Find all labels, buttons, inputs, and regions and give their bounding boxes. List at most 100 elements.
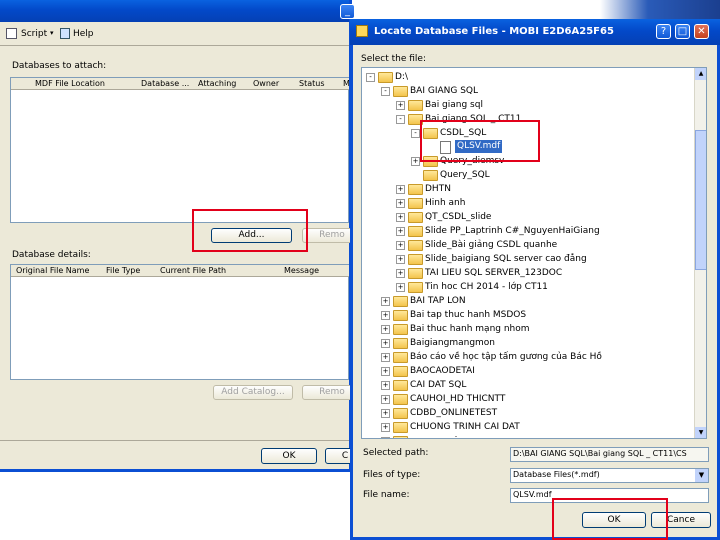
minimize-button[interactable]: _ <box>340 4 355 19</box>
files-of-type-label: Files of type: <box>363 470 421 480</box>
col-database-name[interactable]: Database ... <box>141 79 189 88</box>
expand-icon[interactable]: + <box>396 241 405 250</box>
col-owner[interactable]: Owner <box>253 79 279 88</box>
file-name-label: File name: <box>363 490 410 500</box>
highlight-add-button <box>192 209 308 252</box>
attach-separator <box>0 440 349 441</box>
tree-item-label: Tin hoc CH 2014 - lớp CT11 <box>425 282 548 292</box>
tree-folder-item[interactable]: + QT_CSDL_slide <box>396 210 682 224</box>
tree-item-label: Bai tap thuc hanh MSDOS <box>410 310 527 320</box>
expand-icon[interactable]: + <box>381 353 390 362</box>
expand-icon[interactable]: + <box>396 227 405 236</box>
tree-item-label: Slide PP_Laptrinh C#_NguyenHaiGiang <box>425 226 600 236</box>
toolbar-script-button[interactable]: Script <box>21 29 47 39</box>
tree-folder-item[interactable]: + Baigiangmangmon <box>381 336 682 350</box>
tree-folder-item[interactable]: + CAUHOI_HD THICNTT <box>381 392 682 406</box>
tree-folder-item[interactable]: + CAI DAT SQL <box>381 378 682 392</box>
col-current-file-path[interactable]: Current File Path <box>160 266 226 275</box>
toolbar-help-button[interactable]: Help <box>73 29 94 39</box>
selected-path-field[interactable]: D:\BAI GIANG SQL\Bai giang SQL _ CT11\CS <box>510 447 709 462</box>
scroll-thumb[interactable] <box>695 130 706 270</box>
collapse-icon[interactable]: - <box>411 129 420 138</box>
tree-item-label: Slide_Bài giảng CSDL quanhe <box>425 240 558 250</box>
tree-folder-item[interactable]: + CHUONG TRINH CAI DAT <box>381 420 682 434</box>
tree-folder-item[interactable]: + Bai giang sql <box>396 98 682 112</box>
expand-icon[interactable]: + <box>396 269 405 278</box>
add-catalog-button[interactable]: Add Catalog... <box>213 385 293 400</box>
folder-icon <box>393 366 408 377</box>
folder-icon <box>408 100 423 111</box>
tree-item-label: BAI GIANG SQL <box>410 86 479 96</box>
scroll-up-arrow-icon[interactable]: ▲ <box>695 68 706 80</box>
folder-icon <box>408 226 423 237</box>
folder-icon <box>393 324 408 335</box>
tree-scrollbar[interactable]: ▲ ▼ <box>694 68 706 438</box>
tree-folder-item[interactable]: + BAOCAODETAI <box>381 364 682 378</box>
expand-icon[interactable]: + <box>396 283 405 292</box>
tree-folder-item[interactable]: + DHTN <box>396 182 682 196</box>
col-message[interactable]: Message <box>284 266 319 275</box>
expand-icon[interactable]: + <box>381 325 390 334</box>
expand-icon[interactable]: + <box>381 311 390 320</box>
expand-icon[interactable]: + <box>396 213 405 222</box>
expand-icon[interactable]: + <box>396 185 405 194</box>
tree-folder-item[interactable]: + Báo cáo về học tập tấm gương của Bác Hồ <box>381 350 682 364</box>
expand-icon[interactable]: + <box>381 297 390 306</box>
tree-folder-item[interactable]: Query_SQL <box>411 168 682 182</box>
dropdown-arrow-icon[interactable]: ▾ <box>50 29 54 37</box>
tree-folder-item[interactable]: + BAI TAP LON <box>381 294 682 308</box>
expand-icon[interactable]: + <box>396 101 405 110</box>
tree-item-label: Slide_baigiang SQL server cao đẳng <box>425 254 587 264</box>
folder-icon <box>408 254 423 265</box>
attach-window-titlebar[interactable] <box>0 0 349 22</box>
databases-to-attach-label: Databases to attach: <box>12 61 107 71</box>
folder-icon <box>393 394 408 405</box>
expand-icon[interactable]: + <box>381 395 390 404</box>
col-status[interactable]: Status <box>299 79 325 88</box>
collapse-icon[interactable]: - <box>381 87 390 96</box>
scroll-down-arrow-icon[interactable]: ▼ <box>695 427 706 438</box>
files-of-type-select[interactable]: Database Files(*.mdf) ▼ <box>510 468 709 483</box>
expand-icon[interactable]: + <box>381 381 390 390</box>
col-attaching[interactable]: Attaching <box>198 79 236 88</box>
expand-icon[interactable]: + <box>381 367 390 376</box>
collapse-icon[interactable]: - <box>396 115 405 124</box>
collapse-icon[interactable]: - <box>366 73 375 82</box>
expand-icon[interactable]: + <box>381 437 390 438</box>
chevron-down-icon[interactable]: ▼ <box>695 469 708 482</box>
tree-folder-item[interactable]: + cuong mai <box>381 434 682 438</box>
dialog-titlebar[interactable]: Locate Database Files - MOBI E2D6A25F65 … <box>350 19 720 45</box>
tree-folder-item[interactable]: + CDBD_ONLINETEST <box>381 406 682 420</box>
expand-icon[interactable]: + <box>396 255 405 264</box>
dialog-help-button[interactable]: ? <box>656 24 671 39</box>
tree-folder-item[interactable]: + Slide PP_Laptrinh C#_NguyenHaiGiang <box>396 224 682 238</box>
tree-folder-item[interactable]: + Bai tap thuc hanh MSDOS <box>381 308 682 322</box>
tree-folder-item[interactable]: + Slide_Bài giảng CSDL quanhe <box>396 238 682 252</box>
expand-icon[interactable]: + <box>381 339 390 348</box>
folder-icon <box>393 296 408 307</box>
tree-folder-item[interactable]: + Tin hoc CH 2014 - lớp CT11 <box>396 280 682 294</box>
attach-ok-button[interactable]: OK <box>261 448 317 464</box>
tree-folder-item[interactable]: + Bai thuc hanh mạng nhom <box>381 322 682 336</box>
dialog-close-button[interactable]: ✕ <box>694 24 709 39</box>
col-original-file-name[interactable]: Original File Name <box>16 266 89 275</box>
tree-folder-item[interactable]: + Slide_baigiang SQL server cao đẳng <box>396 252 682 266</box>
expand-icon[interactable]: + <box>381 409 390 418</box>
tree-folder-item[interactable]: + Hinh anh <box>396 196 682 210</box>
tree-folder-item[interactable]: + TAI LIEU SQL SERVER_123DOC <box>396 266 682 280</box>
col-mdf-location[interactable]: MDF File Location <box>35 79 105 88</box>
select-file-label: Select the file: <box>361 54 426 64</box>
tree-folder-item[interactable]: - D:\ <box>366 70 682 84</box>
expand-icon[interactable]: + <box>396 199 405 208</box>
dialog-maximize-button[interactable]: □ <box>675 24 690 39</box>
expand-icon[interactable]: + <box>381 423 390 432</box>
tree-item-label: Baigiangmangmon <box>410 338 496 348</box>
databases-list[interactable]: MDF File Location Database ... Attaching… <box>10 77 349 223</box>
tree-folder-item[interactable]: - BAI GIANG SQL <box>381 84 682 98</box>
expand-icon[interactable]: + <box>411 157 420 166</box>
tree-item-label: D:\ <box>395 72 408 82</box>
tree-item-label: Bai giang sql <box>425 100 483 110</box>
col-m[interactable]: M <box>343 79 349 88</box>
database-details-list[interactable]: Original File Name File Type Current Fil… <box>10 264 349 380</box>
col-file-type[interactable]: File Type <box>106 266 140 275</box>
